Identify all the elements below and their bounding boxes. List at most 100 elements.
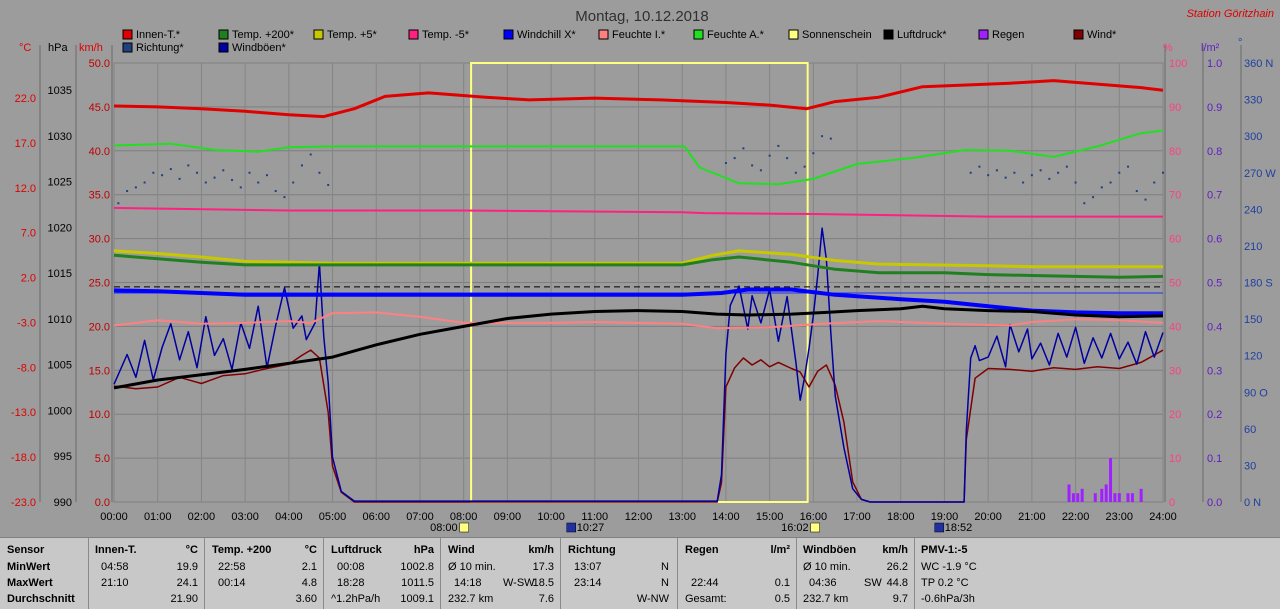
wind-tick: 0.0 [95,497,110,509]
stats-luftdruck-unit: hPa [413,544,434,556]
wind-tick: 40.0 [89,146,110,158]
rain-bar [1139,488,1143,502]
humidity-tick: 40 [1169,321,1181,333]
direction-dot [1083,202,1086,205]
stats-innen-max-time: 21:10 [101,577,129,589]
direction-dot [152,171,155,174]
stats-richtung-r1a: 13:07 [574,561,602,573]
rain-bar [1117,493,1121,502]
stats-innen-col: Innen-T. °C 04:58 19.9 21:10 24.1 21.90 [88,538,204,609]
pressure-tick: 1010 [48,314,72,326]
legend: Innen-T.* Temp. +200* Temp. +5* Temp. -5* Wi… [122,29,1117,54]
stats-wind-r1b: 17.3 [532,561,554,573]
stats-luftdruck-min-val: 1002.8 [400,561,434,573]
x-tick: 02:00 [188,511,216,523]
direction-dot [318,171,321,174]
rain-bar [1113,493,1117,502]
wind-tick: 10.0 [89,409,110,421]
stats-innen-min-val: 19.9 [176,561,198,573]
unit-celsius: °C [19,42,31,54]
direction-tick: 360 N [1244,58,1273,70]
direction-dot [1057,171,1060,174]
stats-temp200-min-val: 2.1 [301,561,317,573]
stats-temp200-avg: 3.60 [295,593,317,605]
wind-tick: 30.0 [89,234,110,246]
direction-dot [169,168,172,171]
x-axis: 00:00 01:00 02:00 03:00 04:00 05:00 06:00 07:00… [100,511,1177,534]
direction-tick: 120 [1244,351,1262,363]
rain-tick: 0.8 [1207,146,1222,158]
rain-bar [1093,493,1097,502]
legend-swatch [693,29,704,40]
pressure-tick: 1020 [48,222,72,234]
direction-tick: 0 N [1244,497,1261,509]
stats-boeen-r1a: Ø 10 min. [803,561,851,573]
temp-tick: -13.0 [11,407,36,419]
direction-dot [1092,196,1095,199]
legend-swatch [218,29,229,40]
direction-tick: 90 O [1244,387,1268,399]
direction-dot [1127,165,1130,168]
stats-pmv-col: PMV-1:-5 WC -1.9 °C TP 0.2 °C -0.6hPa/3h [914,538,1024,609]
rain-bar [1126,493,1130,502]
direction-dot [794,171,797,174]
legend-swatch [788,29,799,40]
rain-bar [1100,488,1104,502]
direction-dot [213,176,216,179]
stats-wind-unit: km/h [528,544,554,556]
legend-label: Windchill X* [517,29,576,41]
stats-temp200-max-val: 4.8 [301,577,317,589]
rain-tick: 0.3 [1207,365,1222,377]
stats-boeen-r3a: 232.7 km [803,593,849,605]
stats-row-avg: Durchschnitt [7,593,75,605]
direction-dot [161,174,164,177]
stats-temp200-min-time: 22:58 [218,561,246,573]
x-tick: 15:00 [756,511,784,523]
direction-dot [1100,186,1103,189]
direction-dot [829,137,832,140]
x-tick: 18:00 [887,511,915,523]
direction-tick: 30 [1244,460,1256,472]
legend-swatch [122,42,133,53]
rain-tick: 0.0 [1207,497,1222,509]
x-tick: 04:00 [275,511,303,523]
legend-swatch [408,29,419,40]
x-tick: 20:00 [974,511,1002,523]
rain-bar [1067,484,1071,502]
stats-panel: Sensor MinWert MaxWert Durchschnitt Inne… [0,537,1280,609]
direction-dot [751,164,754,167]
temp-tick: -18.0 [11,452,36,464]
legend-swatch [883,29,894,40]
sun-event-time: 18:52 [945,522,973,534]
chart-title: Montag, 10.12.2018 [575,8,708,25]
sun-event-time: 08:00 [430,522,458,534]
stats-boeen-r1b: 26.2 [886,561,908,573]
rain-tick: 1.0 [1207,58,1222,70]
direction-dot [292,181,295,184]
direction-tick: 300 [1244,131,1262,143]
x-tick: 03:00 [231,511,259,523]
x-tick: 05:00 [319,511,347,523]
stats-luftdruck-title: Luftdruck [331,544,382,556]
direction-dot [724,161,727,164]
wind-tick: 25.0 [89,278,110,290]
x-tick: 17:00 [843,511,871,523]
stats-boeen-r2a: 04:36 [809,577,837,589]
sun-event-icon [810,522,820,533]
stats-innen-max-val: 24.1 [176,577,198,589]
stats-richtung-r2b: N [661,577,669,589]
stats-pmv-title: PMV-1:-5 [921,544,968,556]
humidity-tick: 10 [1169,453,1181,465]
stats-innen-title: Innen-T. [95,544,137,556]
stats-boeen-unit: km/h [882,544,908,556]
rain-bars [1067,458,1143,502]
stats-richtung-col: Richtung 13:07 N 23:14 N W-NW [560,538,677,609]
humidity-tick: 50 [1169,278,1181,290]
direction-dot [1118,171,1121,174]
humidity-tick: 30 [1169,365,1181,377]
temp-tick: 7.0 [21,228,36,240]
direction-dot [1039,169,1042,172]
direction-dot [1065,165,1068,168]
stats-richtung-r2a: 23:14 [574,577,602,589]
x-tick: 09:00 [494,511,522,523]
